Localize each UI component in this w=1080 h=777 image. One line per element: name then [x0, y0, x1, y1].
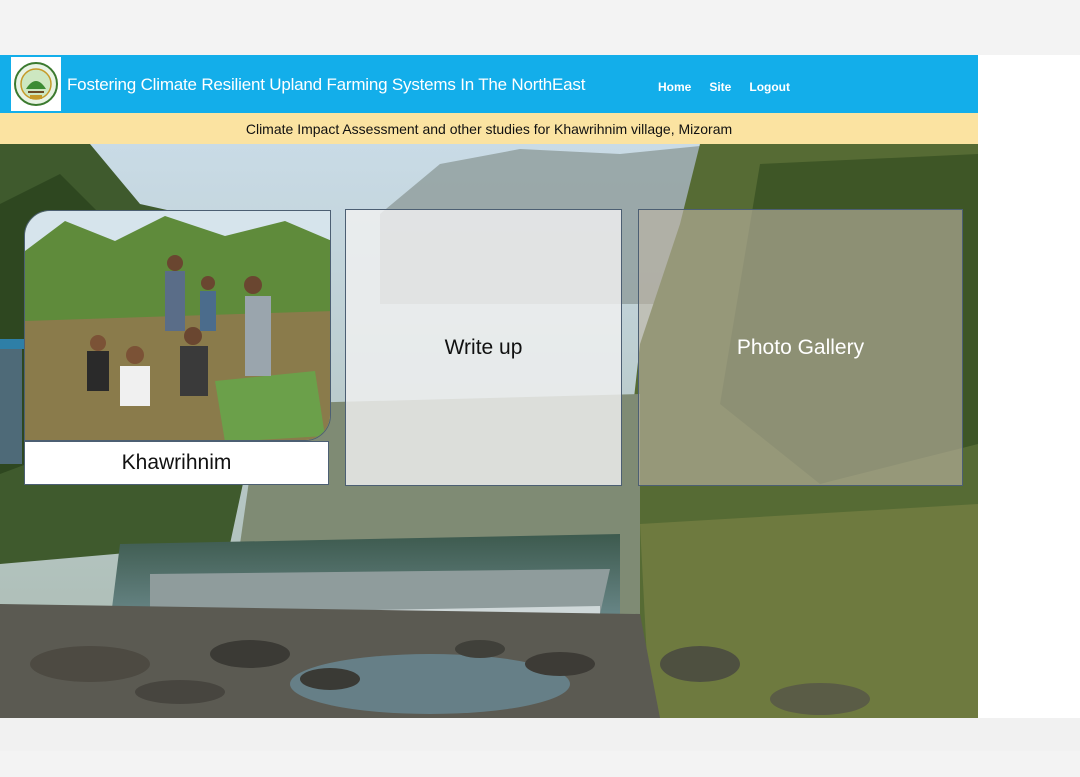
nav-home-link[interactable]: Home	[658, 80, 691, 94]
khawrihnim-card-image[interactable]	[24, 210, 331, 441]
photo-gallery-card[interactable]: Photo Gallery	[638, 209, 963, 486]
write-up-card[interactable]: Write up	[345, 209, 622, 486]
page: Fostering Climate Resilient Upland Farmi…	[0, 55, 978, 718]
fcrs-logo-icon[interactable]	[11, 57, 61, 111]
khawrihnim-card-label[interactable]: Khawrihnim	[24, 441, 329, 485]
nav-logout-link[interactable]: Logout	[749, 80, 790, 94]
navbar: Fostering Climate Resilient Upland Farmi…	[0, 55, 978, 113]
right-margin	[978, 55, 1080, 718]
site-title: Fostering Climate Resilient Upland Farmi…	[67, 75, 586, 94]
field-team-photo-icon	[25, 211, 330, 440]
nav-links: Home Site Logout	[658, 80, 790, 94]
khawrihnim-card-text: Khawrihnim	[121, 451, 232, 474]
photo-gallery-card-text: Photo Gallery	[736, 335, 865, 359]
nav-site-link[interactable]: Site	[709, 80, 731, 94]
write-up-card-text: Write up	[444, 335, 523, 359]
subheader-banner: Climate Impact Assessment and other stud…	[0, 113, 978, 144]
bottom-margin	[0, 718, 1080, 751]
subheader-text: Climate Impact Assessment and other stud…	[245, 120, 733, 137]
